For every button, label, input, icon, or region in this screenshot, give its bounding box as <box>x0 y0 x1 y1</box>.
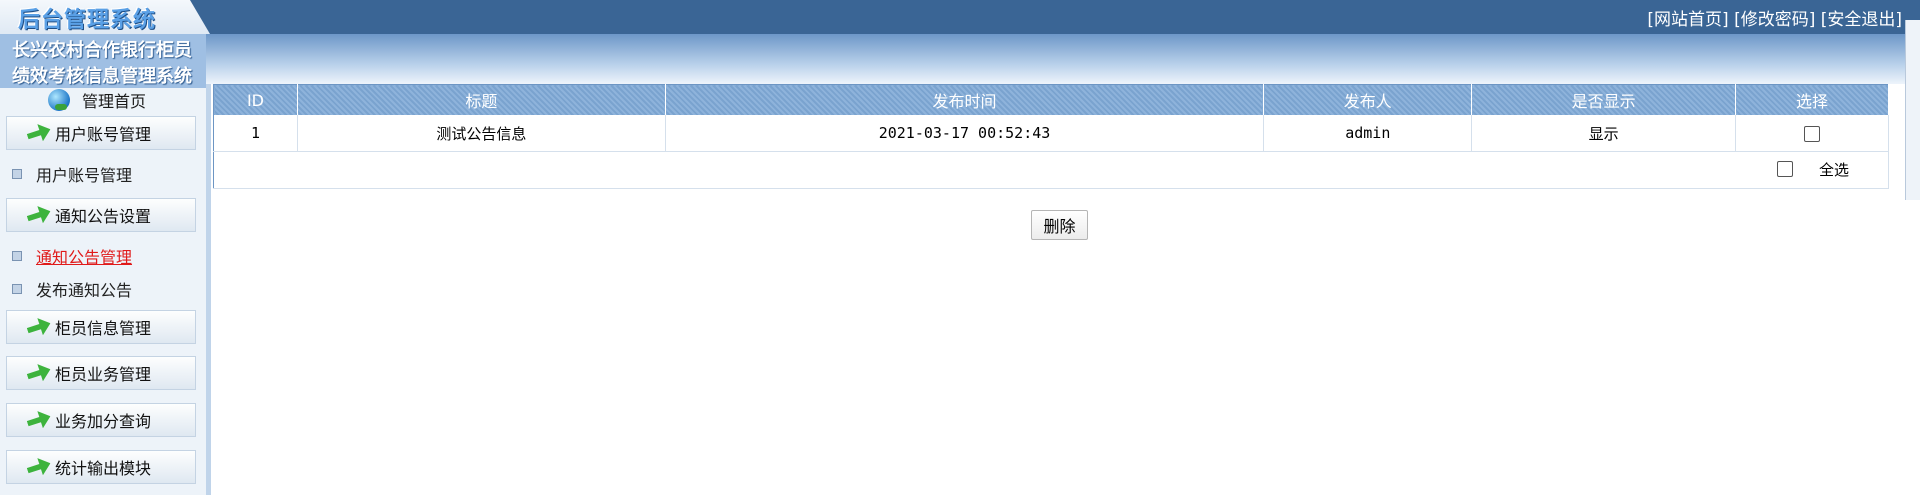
header-band <box>0 34 1920 84</box>
cell-publisher: admin <box>1263 115 1473 152</box>
cell-select <box>1735 115 1889 152</box>
home-link[interactable]: 管理首页 <box>48 88 146 112</box>
cell-title: 测试公告信息 <box>297 115 666 152</box>
column-header-visible: 是否显示 <box>1471 84 1737 115</box>
cell-id: 1 <box>213 115 298 152</box>
system-title-line1: 长兴农村合作银行柜员 <box>12 40 192 61</box>
cell-publish-time: 2021-03-17 00:52:43 <box>665 115 1265 152</box>
table-header-row: ID 标题 发布时间 发布人 是否显示 选择 <box>213 84 1889 115</box>
menu-group-notice-settings[interactable]: 通知公告设置 <box>6 198 196 232</box>
row-select-checkbox[interactable] <box>1804 125 1821 142</box>
sidebar-item-publish-notice[interactable]: 发布通知公告 <box>12 277 132 301</box>
green-arrow-icon <box>25 361 53 386</box>
sidebar-item-label: 用户账号管理 <box>36 166 133 185</box>
green-arrow-icon <box>25 408 53 433</box>
green-arrow-icon <box>25 455 53 480</box>
table-row: 1 测试公告信息 2021-03-17 00:52:43 admin 显示 <box>213 115 1889 152</box>
globe-icon <box>48 89 70 111</box>
select-all-checkbox[interactable] <box>1776 161 1793 178</box>
sidebar-item-label: 通知公告管理 <box>36 248 133 267</box>
green-arrow-icon <box>25 315 53 340</box>
column-header-select: 选择 <box>1735 84 1889 115</box>
site-home-link[interactable]: [网站首页] <box>1647 10 1728 30</box>
table-footer-row: 全选 <box>213 151 1889 189</box>
home-label: 管理首页 <box>82 92 147 111</box>
notice-table: ID 标题 发布时间 发布人 是否显示 选择 1 测试公告信息 2021-03-… <box>213 84 1889 189</box>
sidebar-item-notice-management[interactable]: 通知公告管理 <box>12 244 132 268</box>
menu-group-label: 柜员信息管理 <box>55 319 152 338</box>
header-links: [网站首页] [修改密码] [安全退出] <box>1647 5 1902 30</box>
sidebar-item-user-account-management[interactable]: 用户账号管理 <box>12 162 132 186</box>
logout-link[interactable]: [安全退出] <box>1821 10 1902 30</box>
select-all-cell: 全选 <box>213 151 1889 189</box>
system-title-line2: 绩效考核信息管理系统 <box>12 66 192 87</box>
menu-group-statistics-output[interactable]: 统计输出模块 <box>6 450 196 484</box>
menu-group-label: 业务加分查询 <box>55 412 152 431</box>
sidebar-item-label: 发布通知公告 <box>36 281 133 300</box>
right-edge-panel <box>1905 20 1920 200</box>
column-header-id: ID <box>213 84 298 115</box>
delete-button[interactable]: 删除 <box>1031 210 1088 240</box>
bullet-icon <box>12 251 22 261</box>
column-header-publish-time: 发布时间 <box>665 84 1265 115</box>
logo-text: 后台管理系统 <box>18 8 157 33</box>
menu-group-bonus-query[interactable]: 业务加分查询 <box>6 403 196 437</box>
menu-group-teller-info[interactable]: 柜员信息管理 <box>6 310 196 344</box>
select-all-label: 全选 <box>1818 160 1849 179</box>
menu-group-teller-business[interactable]: 柜员业务管理 <box>6 356 196 390</box>
bullet-icon <box>12 284 22 294</box>
menu-group-label: 用户账号管理 <box>55 125 152 144</box>
column-header-publisher: 发布人 <box>1263 84 1473 115</box>
bullet-icon <box>12 169 22 179</box>
menu-group-label: 统计输出模块 <box>55 459 152 478</box>
column-header-title: 标题 <box>297 84 666 115</box>
sidebar-divider <box>206 84 211 495</box>
system-title: 长兴农村合作银行柜员 绩效考核信息管理系统 <box>12 38 212 90</box>
change-password-link[interactable]: [修改密码] <box>1734 10 1815 30</box>
cell-visible: 显示 <box>1471 115 1737 152</box>
menu-group-label: 通知公告设置 <box>55 207 152 226</box>
menu-group-user-accounts[interactable]: 用户账号管理 <box>6 116 196 150</box>
green-arrow-icon <box>25 203 53 228</box>
green-arrow-icon <box>25 121 53 146</box>
top-bar <box>0 0 1920 34</box>
logo: 后台管理系统 <box>0 0 210 34</box>
select-all-control: 全选 <box>1776 159 1849 180</box>
menu-group-label: 柜员业务管理 <box>55 365 152 384</box>
